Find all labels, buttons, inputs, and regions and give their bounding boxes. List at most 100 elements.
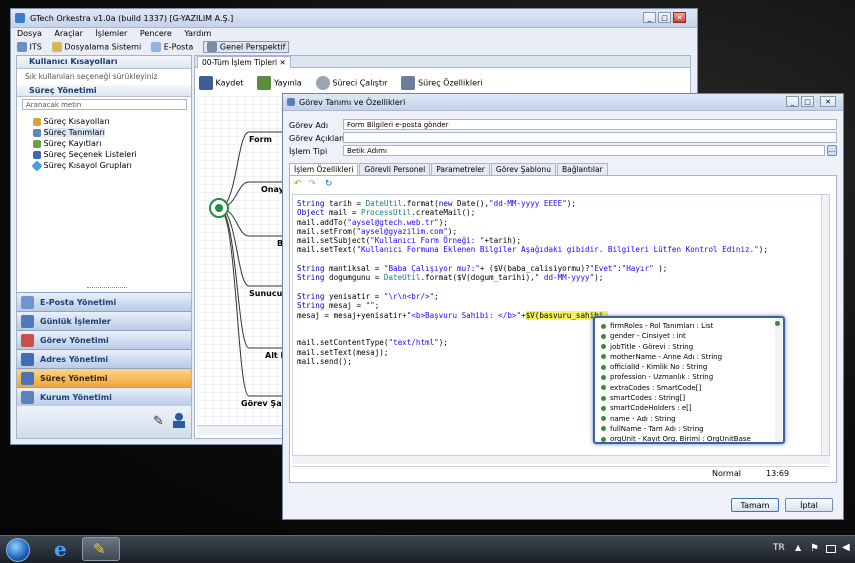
autocomplete-item[interactable]: officialId - Kimlik No : String (595, 362, 783, 372)
save-label: Kaydet (215, 78, 244, 88)
autocomplete-item[interactable]: smartCodes : String[] (595, 393, 783, 403)
script-toolbar: ↶ ↷ ↻ (294, 179, 332, 189)
start-node[interactable] (209, 198, 229, 218)
start-button[interactable] (6, 538, 30, 562)
tree-item-option-lists[interactable]: Süreç Seçenek Listeleri (33, 149, 137, 160)
tab-task-template[interactable]: Görev Şablonu (490, 163, 556, 175)
editor-tab[interactable]: 00-Tüm İşlem Tipleri ✕ (197, 56, 291, 68)
nav-daily[interactable]: Günlük İşlemler (17, 311, 191, 330)
editor-tab-label: 00-Tüm İşlem Tipleri (202, 58, 278, 67)
main-titlebar[interactable]: GTech Orkestra v1.0a (build 1337) [G-YAZ… (11, 9, 697, 28)
process-title: Süreç Yönetimi (17, 85, 191, 97)
dialog-close-button[interactable]: ✕ (820, 96, 836, 107)
dialog-titlebar[interactable]: Görev Tanımı ve Özellikleri (283, 94, 843, 111)
task-type-input[interactable]: Betik Adımı (343, 145, 825, 156)
nav-label: Görev Yönetimi (40, 335, 109, 345)
code-line: mail.addTo("aysel@gtech.web.tr"); (297, 217, 448, 227)
list-icon (33, 150, 41, 159)
its-icon (17, 42, 27, 52)
tab-operation-properties[interactable]: İşlem Özellikleri (289, 163, 359, 175)
its-button[interactable]: ITS (17, 42, 42, 52)
maximize-button[interactable]: □ (658, 12, 671, 23)
redo-icon[interactable]: ↷ (308, 179, 316, 189)
run-process-button[interactable]: Süreci Çalıştır (315, 76, 387, 90)
menu-dosya[interactable]: Dosya (17, 29, 42, 38)
network-icon[interactable] (826, 545, 836, 553)
tab-connections[interactable]: Bağlantılar (556, 163, 608, 175)
file-system-button[interactable]: Dosyalama Sistemi (51, 42, 142, 52)
flag-icon[interactable]: ⚑ (810, 543, 819, 554)
perspective-button[interactable]: Genel Perspektif (203, 41, 290, 53)
tab-parameters[interactable]: Parametreler (431, 163, 490, 175)
autocomplete-popup[interactable]: firmRoles - Rol Tanımları : List gender … (593, 316, 785, 444)
node-form[interactable]: Form (249, 135, 272, 144)
browse-button[interactable]: ... (827, 145, 837, 156)
language-indicator[interactable]: TR (773, 543, 785, 553)
tree-item-shortcut-groups[interactable]: Süreç Kısayol Grupları (31, 159, 137, 172)
file-system-label: Dosyalama Sistemi (64, 42, 142, 52)
cancel-button[interactable]: İptal (785, 498, 833, 512)
nav-address[interactable]: Adres Yönetimi (17, 349, 191, 368)
autocomplete-item[interactable]: profession - Uzmanlık : String (595, 372, 783, 382)
autocomplete-item[interactable]: fullName - Tam Adı : String (595, 424, 783, 434)
ok-button[interactable]: Tamam (731, 498, 779, 512)
nav-organization[interactable]: Kurum Yönetimi (17, 387, 191, 406)
autocomplete-item[interactable]: motherName - Anne Adı : String (595, 352, 783, 362)
task-description-input[interactable] (343, 132, 837, 143)
volume-icon[interactable]: ◀ (842, 542, 850, 553)
autocomplete-item[interactable]: smartCodeHolders : e[] (595, 403, 783, 413)
autocomplete-item[interactable]: name - Adı : String (595, 414, 783, 424)
field-label-name: Görev Adı (289, 121, 329, 130)
tree-item-records[interactable]: Süreç Kayıtları (33, 138, 137, 149)
autocomplete-scrollbar[interactable] (775, 318, 782, 442)
address-nav-icon (21, 352, 34, 366)
search-input[interactable]: Aranacak metin (22, 99, 187, 110)
code-hscrollbar[interactable] (292, 456, 830, 464)
undo-icon[interactable]: ↶ (294, 179, 302, 189)
dialog-minimize-button[interactable]: _ (786, 96, 799, 107)
process-properties-button[interactable]: Süreç Özellikleri (401, 76, 483, 90)
organization-nav-icon (21, 390, 34, 404)
autocomplete-item[interactable]: gender - Cinsiyet : int (595, 331, 783, 341)
close-button[interactable]: ✕ (673, 12, 686, 23)
nav-process[interactable]: Süreç Yönetimi (17, 368, 191, 387)
editor-toolbar: Kaydet Yayınla Süreci Çalıştır Süreç Öze… (199, 72, 483, 94)
publish-button[interactable]: Yayınla (257, 76, 302, 90)
code-line: String tarih = DateUtil.format(new Date(… (297, 199, 576, 208)
tree-label: Süreç Seçenek Listeleri (43, 150, 137, 159)
dialog-maximize-button[interactable]: □ (801, 96, 814, 107)
process-tree: Süreç Kısayolları Süreç Tanımları Süreç … (31, 116, 137, 172)
autocomplete-item[interactable]: extraCodes : SmartCode[] (595, 383, 783, 393)
tab-personnel[interactable]: Görevli Personel (359, 163, 431, 175)
record-icon (33, 139, 41, 148)
menu-araclar[interactable]: Araçlar (54, 29, 82, 38)
splitter-handle[interactable] (87, 287, 127, 289)
autocomplete-item[interactable]: jobTitle - Görevi : String (595, 342, 783, 352)
nav-tasks[interactable]: Görev Yönetimi (17, 330, 191, 349)
code-vscrollbar[interactable] (821, 195, 829, 455)
refresh-icon[interactable]: ↻ (325, 179, 333, 189)
menu-pencere[interactable]: Pencere (140, 29, 172, 38)
menu-yardim[interactable]: Yardım (184, 29, 211, 38)
nav-email[interactable]: E-Posta Yönetimi (17, 292, 191, 311)
group-icon (31, 159, 43, 172)
minimize-button[interactable]: _ (643, 12, 656, 23)
tray-arrow-icon[interactable]: ▲ (795, 543, 801, 552)
ie-taskbar-icon[interactable]: e (54, 538, 76, 560)
menu-islemler[interactable]: İşlemler (95, 29, 127, 38)
autocomplete-item[interactable]: firmRoles - Rol Tanımları : List (595, 321, 783, 331)
autocomplete-item[interactable]: orgUnit - Kayıt Org. Birimi : OrgUnitBas… (595, 434, 783, 442)
app-taskbar-icon: ✎ (93, 540, 106, 558)
publish-icon (257, 76, 272, 90)
email-button[interactable]: E-Posta (151, 42, 193, 52)
save-button[interactable]: Kaydet (199, 76, 243, 90)
app-taskbar-button[interactable]: ✎ (82, 537, 120, 561)
tree-label: Süreç Tanımları (43, 128, 105, 137)
tree-item-definitions[interactable]: Süreç Tanımları (33, 127, 137, 138)
tree-item-shortcuts[interactable]: Süreç Kısayolları (33, 116, 137, 127)
pencil-icon[interactable]: ✎ (153, 414, 164, 429)
task-name-input[interactable]: Form Bilgileri e-posta gönder (343, 119, 837, 130)
user-icon[interactable] (173, 412, 185, 428)
